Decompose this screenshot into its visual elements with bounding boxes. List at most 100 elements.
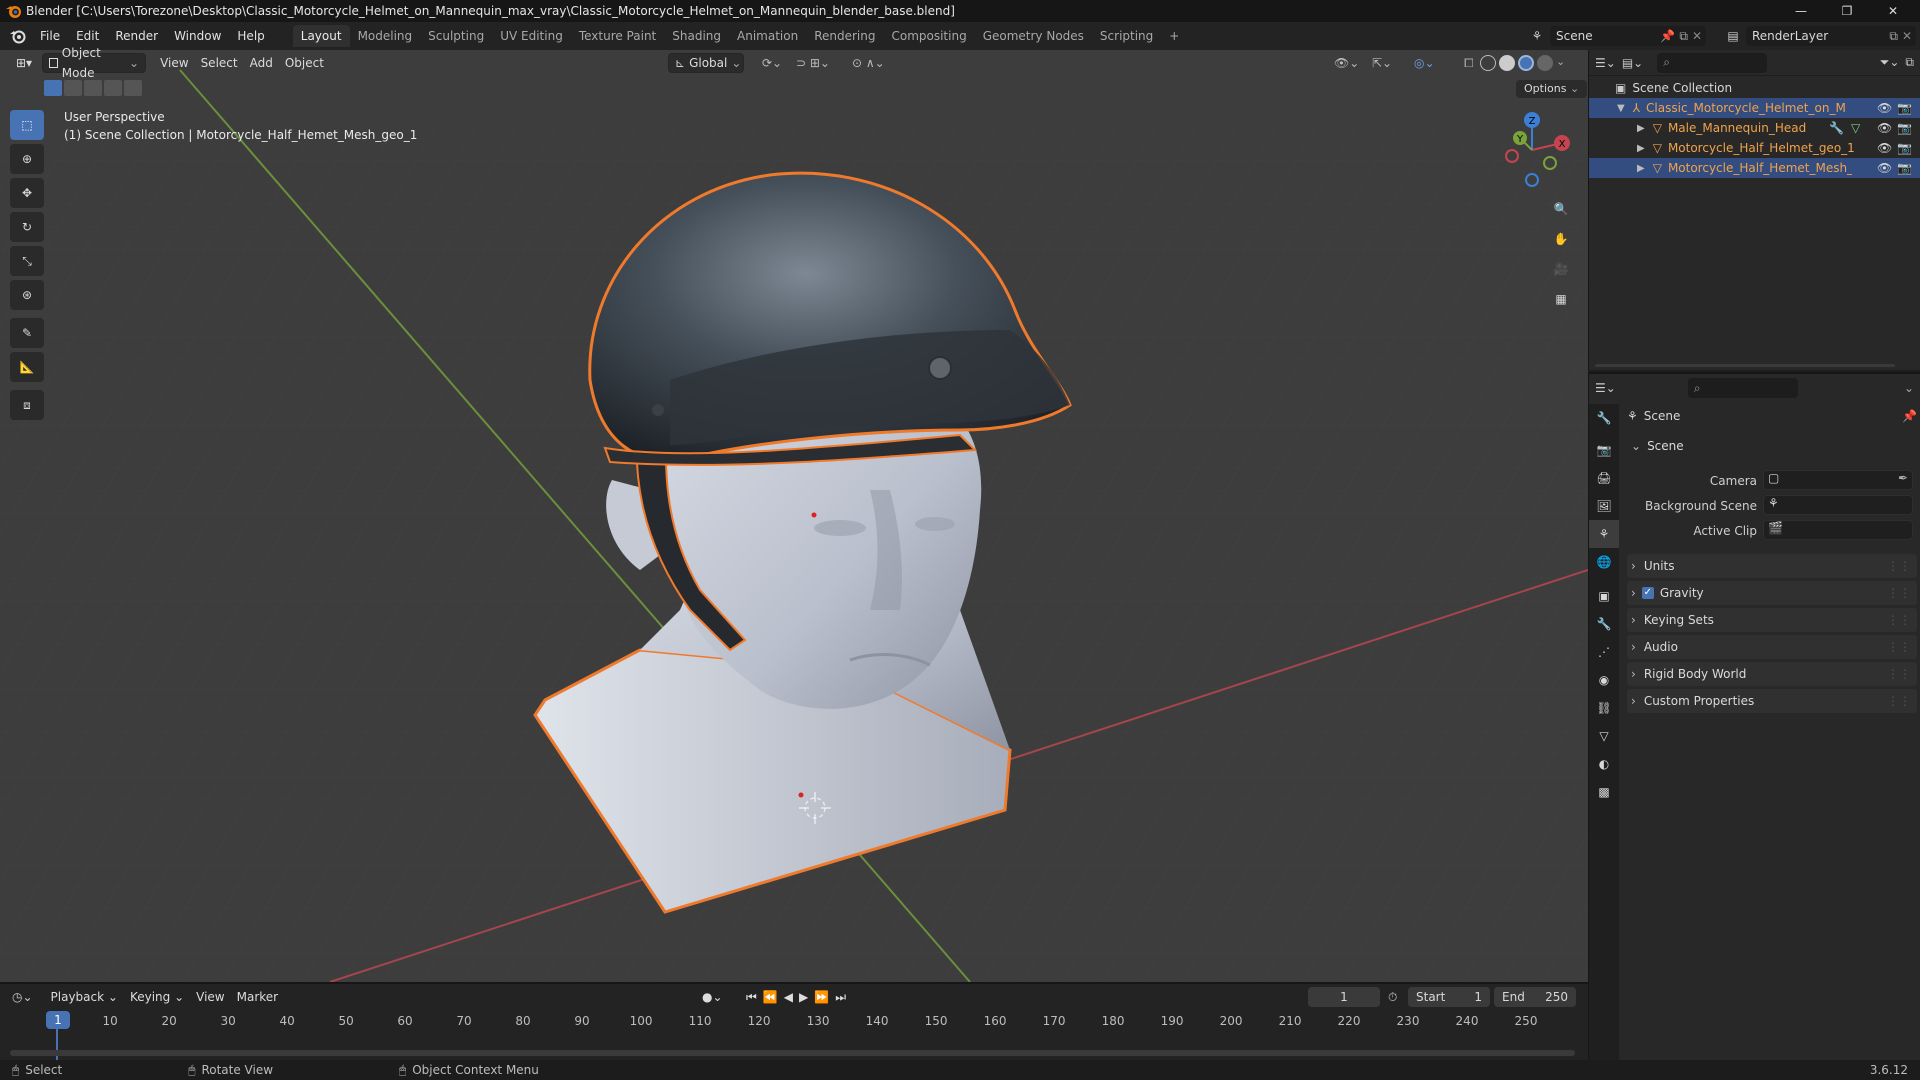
scene-panel-header[interactable]: ⌄ Scene [1627,434,1917,458]
tab-layout[interactable]: Layout [292,25,350,47]
pan-hand-icon[interactable]: ✋ [1548,226,1574,252]
expand-arrow-icon[interactable]: ▶ [1637,143,1645,154]
menu-window[interactable]: Window [166,25,229,47]
properties-editor-icon[interactable]: ☰⌄ [1595,381,1616,395]
tab-geometry-nodes[interactable]: Geometry Nodes [975,25,1092,47]
keying-sets-panel[interactable]: › Keying Sets ⋮⋮ [1627,608,1917,632]
pin-icon[interactable]: 📌 [1902,409,1917,423]
outliner-search-input[interactable]: ⌕ [1657,52,1768,73]
new-view-layer-icon[interactable]: ⧉ [1889,29,1902,44]
select-box-tool[interactable]: ⬚ [10,110,44,140]
new-scene-icon[interactable]: ⧉ [1679,29,1692,44]
tab-sculpting[interactable]: Sculpting [420,25,492,47]
texture-tab-icon[interactable]: ▩ [1589,778,1619,806]
remove-view-layer-icon[interactable]: ✕ [1902,29,1916,43]
add-cube-tool[interactable]: ⧈ [10,390,44,420]
solid-shading-icon[interactable] [1499,55,1515,71]
expand-arrow-icon[interactable]: ▶ [1637,163,1645,174]
proportional-editing-icon[interactable]: ⊙ ∧⌄ [846,53,891,73]
outliner-item[interactable]: ▶ ▽ Motorcycle_Half_Hemet_Mesh_geo 👁 📷 [1589,158,1920,178]
world-tab-icon[interactable]: 🌐 [1589,548,1619,576]
view-layer-tab-icon[interactable]: 🖼 [1589,492,1619,520]
options-dropdown[interactable]: Options ⌄ [1516,80,1588,98]
editor-type-icon[interactable]: ⊞▾ [10,53,38,73]
custom-properties-panel[interactable]: › Custom Properties ⋮⋮ [1627,689,1917,713]
camera-render-icon[interactable]: 📷 [1897,161,1912,175]
camera-render-icon[interactable]: 📷 [1897,121,1912,135]
drag-handle-icon[interactable]: ⋮⋮ [1887,613,1911,627]
outliner-scrollbar[interactable] [1595,364,1895,367]
chevron-down-icon[interactable]: ⌄ [1556,55,1565,71]
properties-search-input[interactable]: ⌕ [1687,378,1798,398]
filter-icon[interactable]: ⏷⌄ [1880,55,1900,70]
menu-add[interactable]: Add [244,53,279,73]
eyedropper-icon[interactable]: ✒ [1898,471,1908,485]
physics-tab-icon[interactable]: ◉ [1589,666,1619,694]
move-tool[interactable]: ✥ [10,178,44,208]
navigation-gizmo[interactable]: X Z Y [1490,108,1574,192]
drag-handle-icon[interactable]: ⋮⋮ [1887,640,1911,654]
timeline-scrollbar[interactable] [10,1050,1575,1056]
view-layer-selector[interactable]: ▤ RenderLayer ⧉ ✕ [1720,25,1916,47]
outliner-item[interactable]: ▼ ⅄ Classic_Motorcycle_Helmet_on_Mannec … [1589,98,1920,118]
select-extend-icon[interactable] [64,80,82,96]
blender-menu-icon[interactable] [8,26,28,46]
scene-selector[interactable]: ⚘ Scene 📌 ⧉ ✕ [1524,25,1706,47]
close-button[interactable]: ✕ [1870,0,1916,22]
eye-icon[interactable]: 👁 [1877,141,1892,155]
drag-handle-icon[interactable]: ⋮⋮ [1887,667,1911,681]
tab-shading[interactable]: Shading [664,25,729,47]
pin-icon[interactable]: 📌 [1660,29,1679,43]
zoom-icon[interactable]: 🔍 [1548,196,1574,222]
data-tab-icon[interactable]: ▽ [1589,722,1619,750]
rotate-tool[interactable]: ↻ [10,212,44,242]
object-tab-icon[interactable]: ▣ [1589,582,1619,610]
tab-texture-paint[interactable]: Texture Paint [571,25,664,47]
camera-field[interactable]: ▢ ✒ [1763,470,1913,490]
collapse-arrow-icon[interactable]: ▼ [1617,103,1625,114]
chevron-down-icon[interactable]: ⌄ [1904,381,1914,395]
eye-icon[interactable]: 👁 [1877,101,1892,115]
select-new-icon[interactable] [44,80,62,96]
gravity-panel[interactable]: › ✓ Gravity ⋮⋮ [1627,581,1917,605]
menu-help[interactable]: Help [229,25,272,47]
eye-icon[interactable]: 👁 [1877,121,1892,135]
active-clip-field[interactable]: 🎬 [1763,520,1913,540]
camera-render-icon[interactable]: 📷 [1897,141,1912,155]
audio-panel[interactable]: › Audio ⋮⋮ [1627,635,1917,659]
rigid-body-world-panel[interactable]: › Rigid Body World ⋮⋮ [1627,662,1917,686]
select-invert-icon[interactable] [104,80,122,96]
display-mode-icon[interactable]: ▤⌄ [1622,56,1643,70]
tab-rendering[interactable]: Rendering [806,25,883,47]
render-tab-icon[interactable]: 📷 [1589,436,1619,464]
menu-object[interactable]: Object [279,53,330,73]
eye-icon[interactable]: 👁 [1877,161,1892,175]
drag-handle-icon[interactable]: ⋮⋮ [1887,586,1911,600]
material-preview-icon[interactable] [1518,55,1534,71]
background-scene-field[interactable]: ⚘ [1763,495,1913,515]
modifier-tab-icon[interactable]: 🔧 [1589,610,1619,638]
ortho-grid-icon[interactable]: ▦ [1548,286,1574,312]
menu-view[interactable]: View [154,53,194,73]
select-intersect-icon[interactable] [124,80,142,96]
annotate-tool[interactable]: ✎ [10,318,44,348]
gravity-checkbox[interactable]: ✓ [1641,587,1654,599]
outliner-item[interactable]: ▶ ▽ Motorcycle_Half_Helmet_geo_1 👁 📷 [1589,138,1920,158]
expand-arrow-icon[interactable]: ▶ [1637,123,1645,134]
drag-handle-icon[interactable]: ⋮⋮ [1887,694,1911,708]
gizmo-toggle-icon[interactable]: ⇱⌄ [1366,53,1398,73]
tab-modeling[interactable]: Modeling [350,25,421,47]
measure-tool[interactable]: 📐 [10,352,44,382]
tool-tab-icon[interactable]: 🔧 [1589,404,1619,432]
visibility-icon[interactable]: 👁⌄ [1328,53,1365,73]
add-workspace-button[interactable]: + [1161,25,1187,47]
drag-handle-icon[interactable]: ⋮⋮ [1887,559,1911,573]
tab-scripting[interactable]: Scripting [1092,25,1161,47]
constraints-tab-icon[interactable]: ⛓ [1589,694,1619,722]
orientation-dropdown[interactable]: ⊾ Global ⌄ [668,53,744,73]
camera-render-icon[interactable]: 📷 [1897,101,1912,115]
minimize-button[interactable]: — [1778,0,1824,22]
outliner-editor-icon[interactable]: ☰⌄ [1595,56,1616,70]
tab-uv-editing[interactable]: UV Editing [492,25,571,47]
outliner-root[interactable]: ▣ Scene Collection [1589,78,1920,98]
